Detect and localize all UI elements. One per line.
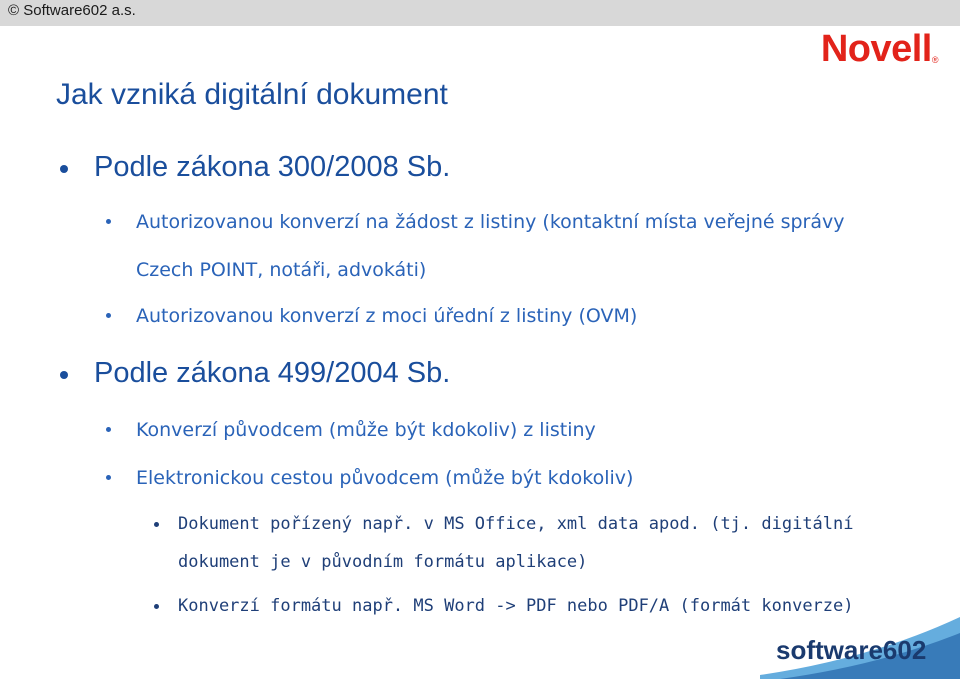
bullet-dot [106,475,111,480]
bullet-text: Elektronickou cestou původcem (může být … [136,467,634,489]
bullet-dot [60,165,68,173]
bullet-dot [60,371,68,379]
bullet-dot [106,427,111,432]
software602-logo: software602 [760,617,960,679]
top-bar: © Software602 a.s. [0,0,960,26]
bullet-text: Autorizovanou konverzí z moci úřední z l… [136,305,638,327]
novell-logo: Novell® [820,28,939,70]
bullet-text: Autorizovanou konverzí na žádost z listi… [136,211,845,281]
bullet-text: Podle zákona 300/2008 Sb. [94,151,451,183]
bullet-dot [106,313,111,318]
bullet-dot [106,219,111,224]
copyright-text: © Software602 a.s. [8,2,136,19]
bullet-dot [154,604,159,609]
logo-text: software602 [776,635,926,665]
slide-title: Jak vzniká digitální dokument [56,78,448,111]
bullet-text: Konverzí původcem (může být kdokoliv) z … [136,419,596,441]
bullet-dot [154,522,159,527]
bullet-text: Dokument pořízený např. v MS Office, xml… [178,514,854,572]
bullet-text: Podle zákona 499/2004 Sb. [94,357,451,389]
